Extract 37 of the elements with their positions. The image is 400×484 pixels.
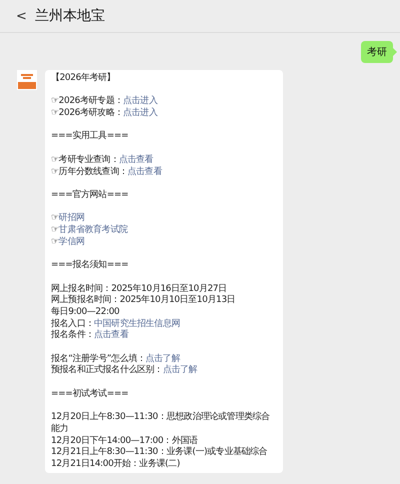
message-link[interactable]: 点击查看 (118, 154, 154, 165)
message-line: 报名“注册学号”怎么填：点击了解 (51, 354, 182, 364)
message-link[interactable]: 甘肃省教育考试院 (58, 225, 128, 236)
message-line: ===实用工具=== (51, 131, 130, 144)
message-line: ☞2026考研专题：点击进入 (51, 96, 158, 108)
message-line: 12月20日上午8:30—11:30：思想政治理论或管理类综合能力 (51, 412, 271, 436)
message-link[interactable]: 点击了解 (146, 354, 180, 364)
message-line: ===官方网站=== (51, 190, 130, 202)
message-line: ===初试考试=== (51, 388, 130, 401)
avatar-logo-icon (17, 70, 37, 90)
message-line: 网上报名时间：2025年10月16日至10月27日 (51, 284, 228, 294)
message-line: 12月21日14:00开始：业务课(二) (51, 459, 181, 471)
message-link[interactable]: 点击进入 (122, 108, 158, 118)
message-line: 报名入口：中国研究生招生信息网 (51, 318, 182, 330)
message-line: ☞历年分数线查询：点击查看 (51, 166, 164, 178)
message-line: ☞研招网 (51, 213, 86, 224)
message-line: ===报名须知=== (51, 260, 130, 272)
message-line: 报名条件：点击查看 (51, 330, 130, 342)
message-line: ☞学信网 (51, 236, 86, 248)
message-link[interactable]: 点击进入 (122, 96, 158, 106)
message-line: 网上预报名时间：2025年10月10日至10月13日 (51, 295, 236, 306)
message-line: 12月21日上午8:30—11:30：业务课(一)或专业基础综合 (51, 447, 268, 458)
message-link[interactable]: 点击查看 (127, 166, 162, 177)
message-link[interactable]: 学信网 (58, 236, 84, 247)
message-link[interactable]: 点击了解 (162, 365, 198, 376)
message-line: ☞考研专业查询：点击查看 (51, 154, 154, 166)
message-line: ☞甘肃省教育考试院 (51, 225, 129, 236)
message-line: 12月20日下午14:00—17:00：外国语 (51, 436, 199, 446)
message-link[interactable]: 中国研究生招生信息网 (94, 318, 180, 329)
message-line: 【2026年考研】 (51, 73, 116, 85)
message-line: ☞2026考研攻略：点击进入 (51, 108, 158, 120)
chat-title: 兰州本地宝 (34, 6, 105, 26)
message-line: 预报名和正式报名什么区别：点击了解 (51, 365, 198, 378)
back-button[interactable]: < (16, 10, 27, 22)
message-link[interactable]: 点击查看 (94, 330, 128, 340)
message-line: 每日9:00—22:00 (51, 306, 120, 318)
message-link[interactable]: 研招网 (58, 213, 84, 224)
